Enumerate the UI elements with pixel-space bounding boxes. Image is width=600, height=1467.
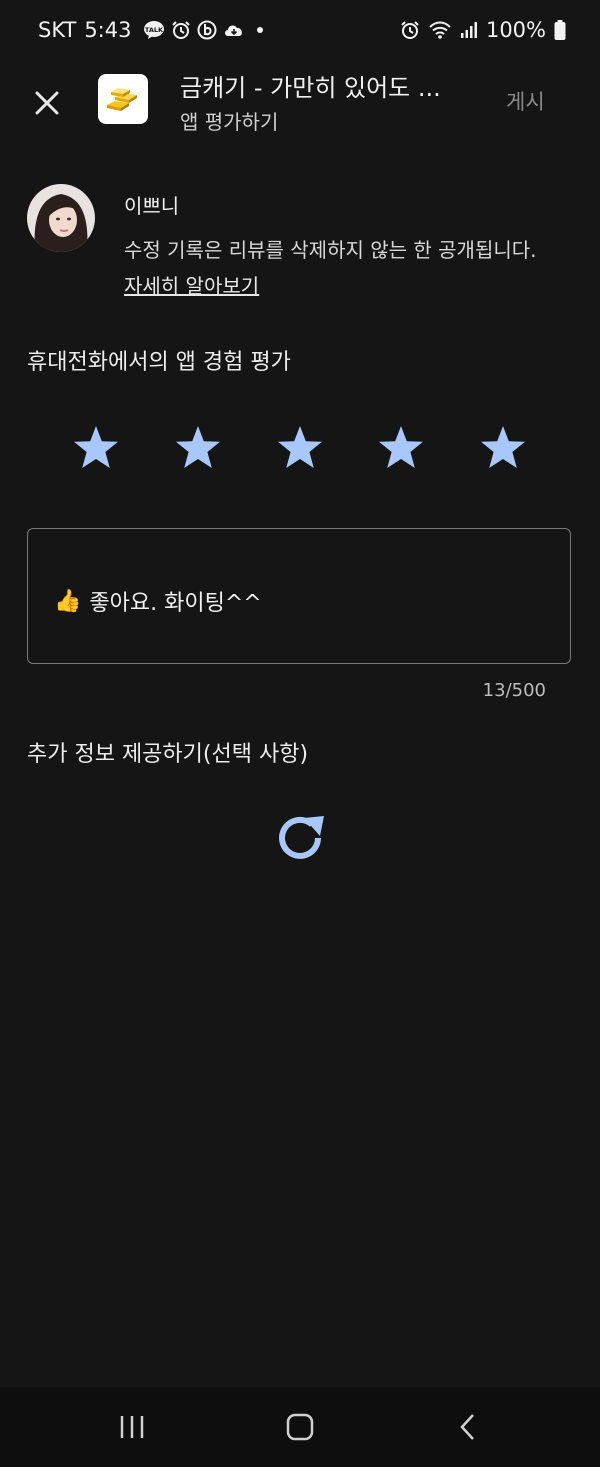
star-icon	[481, 426, 525, 468]
review-input[interactable]: 👍 좋아요. 화이팅^^	[27, 528, 571, 664]
learn-more-link[interactable]: 자세히 알아보기	[124, 274, 259, 298]
review-content: 👍 좋아요. 화이팅^^	[54, 585, 262, 617]
avatar	[27, 184, 95, 252]
loading-spinner	[270, 808, 330, 868]
character-counter: 13/500	[482, 680, 546, 701]
gold-bars-icon	[107, 88, 137, 111]
star-5[interactable]	[476, 420, 530, 474]
alarm-icon	[172, 21, 191, 39]
post-button[interactable]: 게시	[506, 86, 545, 116]
status-bar: SKT 5:43 TALK 100%	[0, 0, 600, 62]
kakaotalk-icon: TALK	[144, 21, 165, 39]
notice-text: 수정 기록은 리뷰를 삭제하지 않는 한 공개됩니다.	[124, 238, 537, 262]
more-notifications-dot	[257, 27, 264, 33]
back-button[interactable]	[448, 1409, 488, 1445]
status-left: SKT 5:43 TALK	[38, 18, 264, 42]
star-3[interactable]	[273, 420, 327, 474]
carrier-label: SKT	[38, 18, 77, 42]
app-title: 금캐기 - 가만히 있어도 ...	[180, 74, 441, 102]
profile-section: 이쁘니 수정 기록은 리뷰를 삭제하지 않는 한 공개됩니다. 자세히 알아보기	[0, 182, 600, 302]
alarm-icon	[401, 21, 419, 39]
star-2[interactable]	[171, 420, 225, 474]
app-icon	[98, 74, 148, 124]
notification-icons: TALK	[143, 20, 264, 40]
battery-icon	[554, 20, 566, 40]
home-button[interactable]	[280, 1409, 320, 1445]
thumbs-up-icon: 👍	[54, 588, 82, 614]
star-icon	[176, 426, 220, 468]
extra-info-title: 추가 정보 제공하기(선택 사항)	[27, 742, 309, 767]
rating-title: 휴대전화에서의 앱 경험 평가	[27, 350, 291, 375]
public-notice: 수정 기록은 리뷰를 삭제하지 않는 한 공개됩니다. 자세히 알아보기	[124, 232, 544, 304]
system-nav-bar	[0, 1387, 600, 1467]
cloud-sync-icon	[225, 25, 243, 36]
close-icon	[35, 91, 59, 115]
recent-apps-button[interactable]	[112, 1409, 152, 1445]
username: 이쁘니	[124, 194, 180, 218]
refresh-icon	[279, 816, 324, 859]
star-4[interactable]	[374, 420, 428, 474]
star-icon	[278, 426, 322, 468]
page-subtitle: 앱 평가하기	[180, 110, 279, 134]
back-icon	[460, 1414, 474, 1440]
time-label: 5:43	[84, 18, 132, 42]
star-icon	[379, 426, 423, 468]
home-icon	[286, 1413, 314, 1441]
star-icon	[74, 426, 118, 468]
star-rating	[0, 420, 600, 480]
battery-percent: 100%	[485, 18, 546, 42]
review-text: 좋아요. 화이팅^^	[89, 591, 262, 616]
review-header: 금캐기 - 가만히 있어도 ... 앱 평가하기 게시	[0, 62, 600, 142]
close-button[interactable]	[28, 84, 66, 122]
star-1[interactable]	[69, 420, 123, 474]
b-app-icon	[197, 20, 217, 40]
svg-text:TALK: TALK	[145, 26, 164, 34]
avatar-image	[27, 184, 95, 252]
signal-icon	[460, 22, 477, 38]
status-right: 100%	[400, 18, 566, 42]
wifi-icon	[429, 21, 451, 39]
recent-apps-icon	[120, 1416, 144, 1438]
